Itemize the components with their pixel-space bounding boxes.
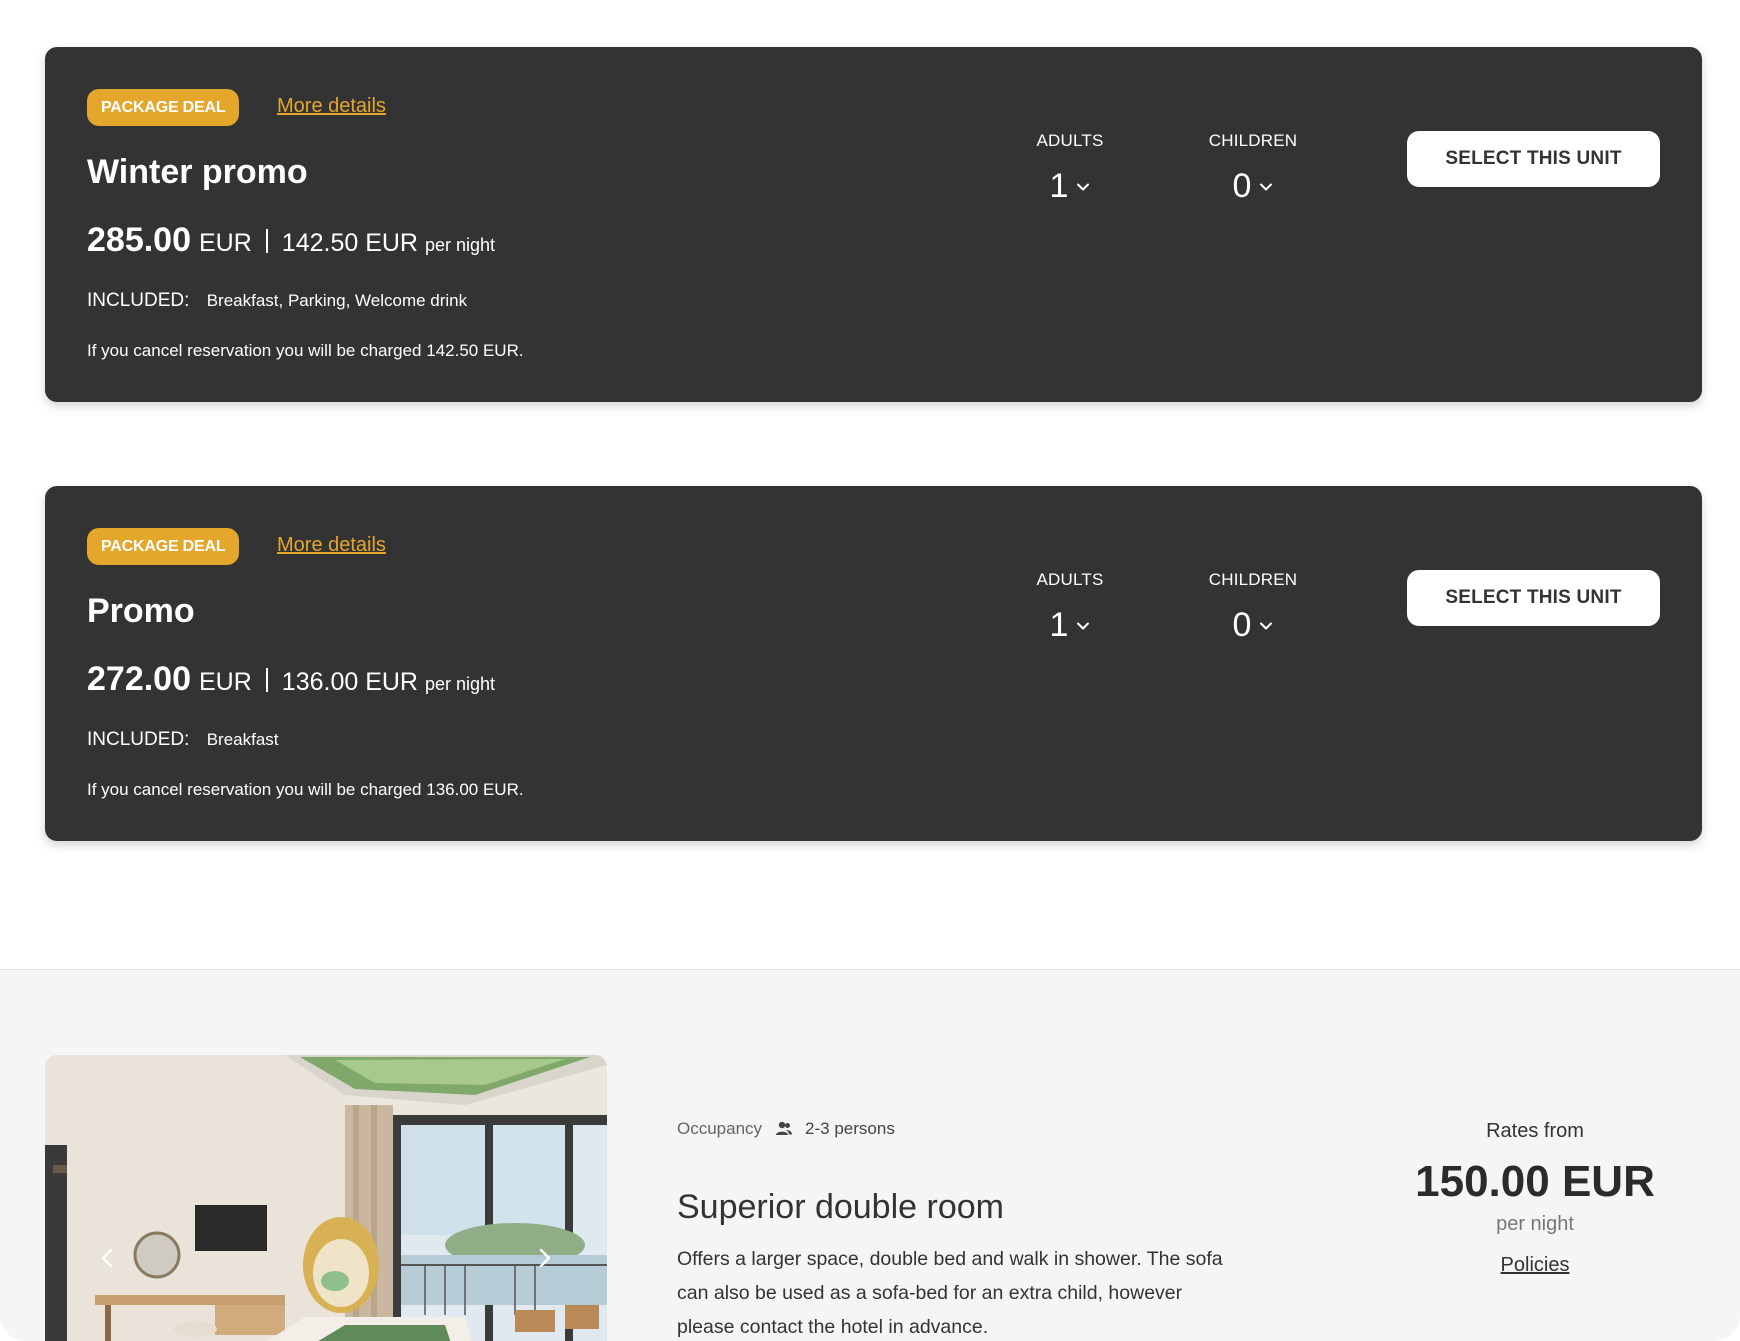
policies-link[interactable]: Policies — [1501, 1254, 1570, 1277]
adults-selector: ADULTS 1 — [1010, 131, 1130, 206]
rate-title: Winter promo — [87, 153, 308, 191]
adults-label: ADULTS — [1036, 570, 1104, 589]
package-deal-badge: PACKAGE DEAL — [87, 528, 240, 565]
children-value: 0 — [1232, 167, 1252, 205]
chevron-right-icon[interactable] — [532, 1246, 556, 1270]
chevron-down-icon — [1077, 183, 1090, 190]
nightly-price: 136.00 EUR — [281, 668, 418, 696]
adults-dropdown[interactable]: 1 — [1050, 606, 1091, 645]
children-dropdown[interactable]: 0 — [1233, 167, 1274, 206]
rate-title: Promo — [87, 592, 195, 630]
adults-value: 1 — [1049, 167, 1069, 205]
children-label: CHILDREN — [1208, 570, 1298, 589]
chevron-down-icon — [1077, 622, 1090, 629]
cancellation-note: If you cancel reservation you will be ch… — [87, 780, 524, 799]
adults-selector: ADULTS 1 — [1010, 570, 1130, 645]
per-night-label: per night — [1496, 1213, 1574, 1235]
rate-card-winter-promo: PACKAGE DEAL More details Winter promo 2… — [45, 47, 1702, 402]
occupancy-value: 2-3 persons — [805, 1119, 895, 1138]
chevron-down-icon — [1260, 622, 1273, 629]
per-night-label: per night — [425, 235, 496, 255]
select-unit-button[interactable]: SELECT THIS UNIT — [1407, 131, 1660, 187]
included-label: INCLUDED: — [87, 290, 190, 311]
total-price: 272.00 — [87, 660, 191, 698]
included-row: INCLUDED: Breakfast — [87, 729, 279, 751]
price-row: 272.00 EUR 136.00 EUR per night — [87, 660, 495, 699]
included-value: Breakfast — [206, 730, 279, 749]
rates-from-price: 150.00 EUR — [1415, 1157, 1655, 1206]
adults-dropdown[interactable]: 1 — [1050, 167, 1091, 206]
children-selector: CHILDREN 0 — [1193, 570, 1313, 645]
children-dropdown[interactable]: 0 — [1233, 606, 1274, 645]
occupancy-row: Occupancy 2-3 persons — [677, 1119, 895, 1139]
price-divider — [265, 228, 268, 253]
package-deal-badge: PACKAGE DEAL — [87, 89, 240, 126]
total-price-currency: EUR — [199, 229, 252, 257]
total-price: 285.00 — [87, 221, 191, 259]
adults-value: 1 — [1049, 606, 1069, 644]
room-description: Offers a larger space, double bed and wa… — [677, 1248, 1223, 1338]
per-night-label: per night — [425, 674, 496, 694]
more-details-link[interactable]: More details — [277, 534, 386, 557]
included-row: INCLUDED: Breakfast, Parking, Welcome dr… — [87, 290, 467, 312]
chevron-down-icon — [1260, 183, 1273, 190]
total-price-currency: EUR — [199, 668, 252, 696]
rate-card-promo: PACKAGE DEAL More details Promo 272.00 E… — [45, 486, 1702, 841]
room-section: Occupancy 2-3 persons Superior double ro… — [0, 969, 1740, 1341]
occupancy-label: Occupancy — [677, 1119, 763, 1138]
price-divider — [265, 667, 268, 692]
persons-icon — [776, 1121, 793, 1135]
included-label: INCLUDED: — [87, 729, 190, 750]
rates-from-label: Rates from — [1486, 1120, 1584, 1142]
rates-list: PACKAGE DEAL More details Winter promo 2… — [0, 0, 1740, 970]
room-photo-carousel[interactable] — [45, 1055, 607, 1341]
rates-from-box: Rates from 150.00 EUR per night Policies — [1380, 1120, 1690, 1277]
price-row: 285.00 EUR 142.50 EUR per night — [87, 221, 495, 260]
chevron-left-icon[interactable] — [96, 1246, 120, 1270]
nightly-price: 142.50 EUR — [281, 229, 418, 257]
included-value: Breakfast, Parking, Welcome drink — [206, 291, 468, 310]
room-title: Superior double room — [677, 1188, 1004, 1226]
children-label: CHILDREN — [1208, 131, 1298, 150]
select-unit-button[interactable]: SELECT THIS UNIT — [1407, 570, 1660, 626]
cancellation-note: If you cancel reservation you will be ch… — [87, 341, 524, 360]
children-selector: CHILDREN 0 — [1193, 131, 1313, 206]
room-photo — [45, 1055, 607, 1341]
children-value: 0 — [1232, 606, 1252, 644]
more-details-link[interactable]: More details — [277, 95, 386, 118]
adults-label: ADULTS — [1036, 131, 1104, 150]
